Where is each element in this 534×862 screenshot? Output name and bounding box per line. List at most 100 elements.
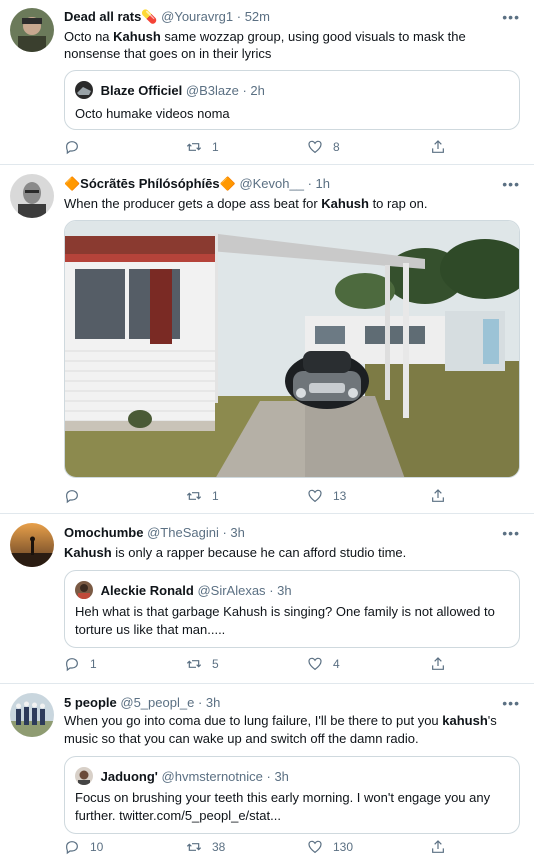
timestamp[interactable]: · 3h: [222, 525, 244, 540]
tweet-text: When the producer gets a dope ass beat f…: [64, 196, 428, 211]
reply-button[interactable]: [64, 487, 90, 505]
display-name[interactable]: Omochumbe: [64, 525, 143, 540]
action-bar: 1 5 4: [64, 655, 464, 673]
retweet-icon: [186, 843, 202, 851]
share-icon: [432, 657, 444, 670]
quote-tweet[interactable]: Jaduong' @hvmsternotnice · 3h Focus on b…: [64, 756, 520, 834]
quote-handle: @hvmsternotnice: [161, 769, 263, 784]
timestamp[interactable]: · 3h: [198, 695, 220, 710]
like-count: 4: [333, 657, 340, 671]
quote-header: Aleckie Ronald @SirAlexas · 3h: [75, 581, 292, 599]
avatar[interactable]: [10, 523, 54, 567]
avatar[interactable]: [10, 174, 54, 218]
reply-count: 10: [90, 840, 104, 854]
tweet-header: Dead all rats💊 @Youravrg1 · 52m: [64, 9, 270, 25]
more-icon[interactable]: •••: [502, 695, 520, 711]
tweet[interactable]: Dead all rats💊 @Youravrg1 · 52m ••• Octo…: [0, 0, 534, 165]
reply-icon: [66, 841, 78, 855]
like-icon: [308, 657, 322, 671]
quote-handle: @B3laze: [185, 83, 239, 98]
retweet-count: 38: [212, 840, 226, 854]
quote-timestamp: · 2h: [242, 83, 265, 98]
quote-tweet[interactable]: Blaze Officiel @B3laze · 2h Octo humake …: [64, 70, 520, 130]
like-button[interactable]: 4: [307, 655, 340, 673]
retweet-icon: [186, 492, 202, 500]
like-count: 130: [333, 840, 354, 854]
timestamp[interactable]: · 52m: [237, 9, 270, 24]
quote-display-name: Blaze Officiel: [100, 83, 183, 98]
share-icon: [432, 140, 444, 153]
avatar: [75, 581, 93, 599]
tweet-text: Kahush is only a rapper because he can a…: [64, 545, 407, 560]
reply-button[interactable]: 1: [64, 655, 97, 673]
more-icon[interactable]: •••: [502, 176, 520, 192]
quote-tweet[interactable]: Aleckie Ronald @SirAlexas · 3h Heh what …: [64, 570, 520, 648]
reply-icon: [66, 658, 78, 672]
like-icon: [308, 140, 322, 154]
tweet-header: Omochumbe @TheSagini · 3h: [64, 525, 245, 540]
retweet-count: 1: [212, 489, 219, 503]
reply-button[interactable]: 10: [64, 838, 103, 856]
action-bar: 1 13: [64, 487, 464, 505]
tweet-text: Octo na Kahush same wozzap group, using …: [64, 29, 466, 61]
action-bar: 10 38 130: [64, 838, 464, 856]
handle[interactable]: @Youravrg1: [161, 9, 233, 24]
like-count: 8: [333, 140, 340, 154]
like-button[interactable]: 13: [307, 487, 346, 505]
like-count: 13: [333, 489, 347, 503]
quote-text: Heh what is that garbage Kahush is singi…: [75, 604, 495, 637]
retweet-button[interactable]: 5: [186, 655, 219, 673]
quote-text: Octo humake videos noma: [75, 106, 230, 121]
quote-timestamp: · 3h: [266, 769, 289, 784]
share-icon: [432, 489, 444, 502]
more-icon[interactable]: •••: [502, 9, 520, 25]
avatar[interactable]: [10, 693, 54, 737]
share-button[interactable]: [430, 138, 446, 156]
retweet-button[interactable]: 1: [186, 138, 219, 156]
quote-header: Jaduong' @hvmsternotnice · 3h: [75, 767, 289, 785]
quote-timestamp: · 3h: [269, 583, 292, 598]
avatar: [75, 767, 93, 785]
display-name[interactable]: 5 people: [64, 695, 117, 710]
reply-button[interactable]: [64, 138, 90, 156]
retweet-count: 5: [212, 657, 219, 671]
retweet-icon: [186, 143, 202, 151]
timestamp[interactable]: · 1h: [308, 176, 330, 191]
reply-icon: [66, 490, 78, 504]
retweet-count: 1: [212, 140, 219, 154]
quote-display-name: Jaduong': [100, 769, 158, 784]
handle[interactable]: @TheSagini: [147, 525, 219, 540]
retweet-icon: [186, 660, 202, 668]
handle[interactable]: @Kevoh__: [239, 176, 304, 191]
reply-icon: [66, 141, 78, 155]
display-name[interactable]: Dead all rats: [64, 9, 141, 24]
retweet-button[interactable]: 38: [186, 838, 225, 856]
handle[interactable]: @5_peopl_e: [120, 695, 194, 710]
quote-handle: @SirAlexas: [197, 583, 266, 598]
tweet-text: When you go into coma due to lung failur…: [64, 713, 497, 746]
more-icon[interactable]: •••: [502, 525, 520, 541]
like-icon: [308, 489, 322, 503]
tweet[interactable]: Omochumbe @TheSagini · 3h ••• Kahush is …: [0, 514, 534, 684]
pill-emoji: 💊: [141, 9, 158, 24]
share-button[interactable]: [430, 655, 446, 673]
tweet-header: 🔶Sócrãtēs Phílósóphíēs🔶 @Kevoh__ · 1h: [64, 176, 330, 192]
like-button[interactable]: 8: [307, 138, 340, 156]
like-button[interactable]: 130: [307, 838, 353, 856]
retweet-button[interactable]: 1: [186, 487, 219, 505]
quote-display-name: Aleckie Ronald: [100, 583, 194, 598]
avatar: [75, 81, 93, 99]
like-icon: [308, 840, 322, 854]
display-name[interactable]: 🔶Sócrãtēs Phílósóphíēs🔶: [64, 176, 236, 191]
avatar[interactable]: [10, 8, 54, 52]
action-bar: 1 8: [64, 138, 464, 156]
tweet[interactable]: 5 people @5_peopl_e · 3h ••• When you go…: [0, 684, 534, 862]
tweet-header: 5 people @5_peopl_e · 3h: [64, 695, 220, 710]
quote-text: Focus on brushing your teeth this early …: [75, 790, 491, 823]
tweet-image[interactable]: [64, 220, 520, 478]
share-icon: [432, 840, 444, 853]
reply-count: 1: [90, 657, 97, 671]
tweet[interactable]: 🔶Sócrãtēs Phílósóphíēs🔶 @Kevoh__ · 1h ••…: [0, 165, 534, 514]
share-button[interactable]: [430, 487, 446, 505]
share-button[interactable]: [430, 838, 446, 856]
